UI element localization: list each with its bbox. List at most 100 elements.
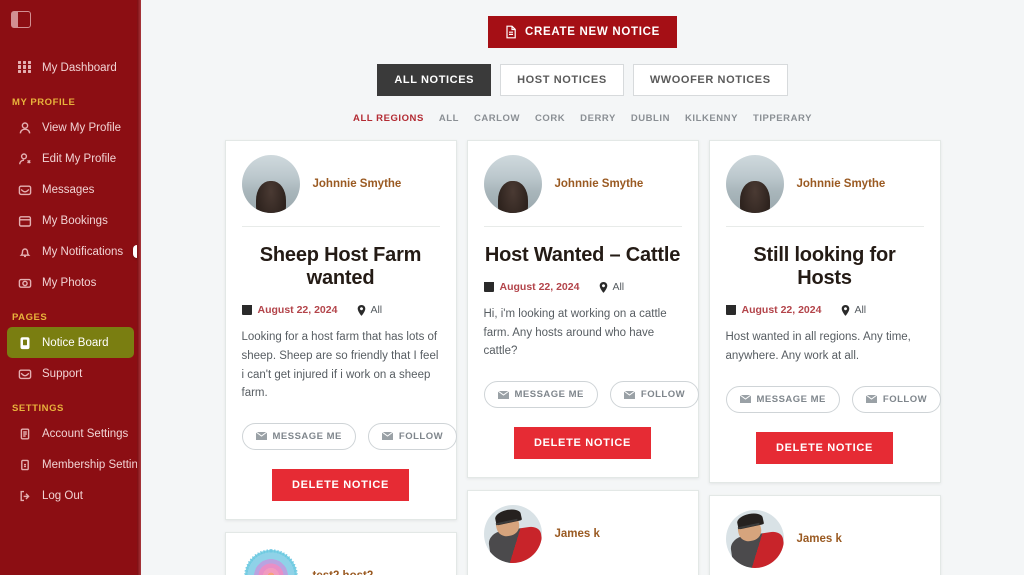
sidebar-toggle-icon[interactable] xyxy=(11,11,31,28)
notice-actions: MESSAGE ME FOLLOW xyxy=(483,381,700,409)
follow-button[interactable]: FOLLOW xyxy=(367,422,458,450)
sidebar-item-my-dashboard[interactable]: My Dashboard xyxy=(7,52,134,83)
region-filter-bar: ALL REGIONS ALL CARLOW CORK DERRY DUBLIN… xyxy=(353,113,812,124)
notice-card[interactable]: Johnnie Smythe Host Wanted – Cattle Augu… xyxy=(466,140,700,479)
region-filter-tipperary[interactable]: TIPPERARY xyxy=(753,113,812,124)
message-me-button[interactable]: MESSAGE ME xyxy=(483,381,598,409)
notice-card[interactable]: test2 host2 Wwoofers Wanted Now xyxy=(224,531,457,575)
main-content: CREATE NEW NOTICE ALL NOTICES HOST NOTIC… xyxy=(141,0,1024,575)
notice-grid: Johnnie Smythe Sheep Host Farm wanted Au… xyxy=(224,140,942,575)
notice-author-row: James k xyxy=(483,505,682,575)
sidebar-item-support[interactable]: Support xyxy=(7,358,134,389)
notice-author: test2 host2 xyxy=(313,570,374,575)
region-filter-all[interactable]: ALL xyxy=(439,113,459,124)
document-icon xyxy=(18,427,32,441)
region-filter-dublin[interactable]: DUBLIN xyxy=(631,113,670,124)
divider xyxy=(241,226,440,227)
grid-icon xyxy=(18,60,32,75)
notice-author: James k xyxy=(554,528,600,541)
notice-title[interactable]: Sheep Host Farm wanted xyxy=(242,244,440,290)
tab-wwoofer-notices[interactable]: WWOOFER NOTICES xyxy=(632,64,788,96)
sidebar-item-my-bookings[interactable]: My Bookings xyxy=(7,205,134,236)
notice-card[interactable]: Johnnie Smythe Still looking for Hosts A… xyxy=(708,140,942,483)
sidebar: My Dashboard MY PROFILE View My Profile … xyxy=(0,0,141,575)
notice-excerpt: Looking for a host farm that has lots of… xyxy=(241,331,439,400)
notice-author-row: James k xyxy=(725,509,924,575)
sidebar-item-my-photos[interactable]: My Photos xyxy=(7,267,134,298)
location-pin-icon xyxy=(357,304,366,316)
calendar-icon xyxy=(241,305,252,316)
calendar-icon xyxy=(483,282,494,293)
follow-button[interactable]: FOLLOW xyxy=(609,381,700,409)
calendar-icon xyxy=(18,214,32,228)
sidebar-item-label: My Bookings xyxy=(42,214,108,227)
notice-actions: MESSAGE ME FOLLOW xyxy=(725,385,942,413)
sidebar-item-edit-my-profile[interactable]: Edit My Profile xyxy=(7,143,134,174)
follow-label: FOLLOW xyxy=(398,430,444,442)
notice-card[interactable]: James k This Region Works August 7, 2024 xyxy=(708,494,941,575)
sidebar-item-notice-board[interactable]: Notice Board xyxy=(7,327,134,358)
tab-host-notices[interactable]: HOST NOTICES xyxy=(500,64,624,96)
notice-title[interactable]: Host Wanted – Cattle xyxy=(484,244,682,267)
region-filter-derry[interactable]: DERRY xyxy=(580,113,616,124)
notice-meta: August 22, 2024 All xyxy=(483,281,682,294)
sidebar-item-account-settings[interactable]: Account Settings xyxy=(7,418,134,449)
delete-notice-button[interactable]: DELETE NOTICE xyxy=(755,431,894,464)
notice-card[interactable]: James k This Region Works? August 7, 202… xyxy=(466,490,699,575)
sidebar-item-messages[interactable]: Messages xyxy=(7,174,134,205)
message-me-button[interactable]: MESSAGE ME xyxy=(725,385,840,413)
page-root: My Dashboard MY PROFILE View My Profile … xyxy=(0,0,1024,575)
create-new-notice-button[interactable]: CREATE NEW NOTICE xyxy=(488,16,677,48)
sidebar-item-membership-settings[interactable]: Membership Settings xyxy=(7,449,141,480)
user-icon xyxy=(18,121,32,135)
notice-column-1: Johnnie Smythe Sheep Host Farm wanted Au… xyxy=(224,140,458,575)
sidebar-item-log-out[interactable]: Log Out xyxy=(7,480,134,511)
region-filter-all-regions[interactable]: ALL REGIONS xyxy=(353,113,424,124)
region-filter-cork[interactable]: CORK xyxy=(535,113,565,124)
avatar xyxy=(483,155,542,213)
envelope-icon xyxy=(623,390,636,399)
envelope-icon xyxy=(255,431,267,441)
avatar xyxy=(483,505,542,564)
delete-notice-button[interactable]: DELETE NOTICE xyxy=(513,427,652,460)
envelope-open-icon xyxy=(18,367,32,381)
sidebar-item-label: Account Settings xyxy=(42,427,129,440)
follow-button[interactable]: FOLLOW xyxy=(851,385,942,413)
avatar xyxy=(241,546,300,575)
document-icon xyxy=(505,25,517,39)
envelope-icon xyxy=(739,394,751,404)
sidebar-item-my-notifications[interactable]: My Notifications 2 xyxy=(7,236,141,267)
notice-column-2: Johnnie Smythe Host Wanted – Cattle Augu… xyxy=(466,140,700,575)
divider xyxy=(483,226,682,227)
notice-type-tabs: ALL NOTICES HOST NOTICES WWOOFER NOTICES xyxy=(377,64,788,96)
notice-location: All xyxy=(612,281,625,294)
notification-badge: 2 xyxy=(133,245,141,258)
message-me-button[interactable]: MESSAGE ME xyxy=(241,422,356,450)
region-filter-kilkenny[interactable]: KILKENNY xyxy=(685,113,738,124)
message-me-label: MESSAGE ME xyxy=(514,389,584,401)
sidebar-item-label: Edit My Profile xyxy=(42,152,117,165)
notice-author-row: Johnnie Smythe xyxy=(483,155,682,226)
notice-location-group: All xyxy=(841,304,866,316)
sidebar-item-view-my-profile[interactable]: View My Profile xyxy=(7,112,134,143)
notice-meta: August 22, 2024 All xyxy=(241,304,440,317)
message-me-label: MESSAGE ME xyxy=(272,430,342,442)
notice-title[interactable]: Still looking for Hosts xyxy=(726,244,924,290)
sidebar-item-label: View My Profile xyxy=(42,121,122,134)
camera-icon xyxy=(18,276,32,290)
calendar-icon xyxy=(725,305,736,316)
region-filter-carlow[interactable]: CARLOW xyxy=(474,113,520,124)
notice-date: August 22, 2024 xyxy=(257,304,338,317)
delete-notice-button[interactable]: DELETE NOTICE xyxy=(271,468,410,501)
envelope-icon xyxy=(865,394,878,404)
tab-all-notices[interactable]: ALL NOTICES xyxy=(377,64,492,96)
sidebar-item-label: My Dashboard xyxy=(42,61,117,74)
divider xyxy=(725,226,924,227)
notice-location: All xyxy=(370,304,383,317)
notice-actions: MESSAGE ME FOLLOW xyxy=(241,422,458,450)
notice-meta: August 22, 2024 All xyxy=(725,304,924,316)
notice-excerpt: Host wanted in all regions. Any time, an… xyxy=(725,331,911,362)
location-pin-icon xyxy=(841,304,850,316)
sidebar-item-label: Messages xyxy=(42,183,95,196)
notice-card[interactable]: Johnnie Smythe Sheep Host Farm wanted Au… xyxy=(224,140,458,520)
